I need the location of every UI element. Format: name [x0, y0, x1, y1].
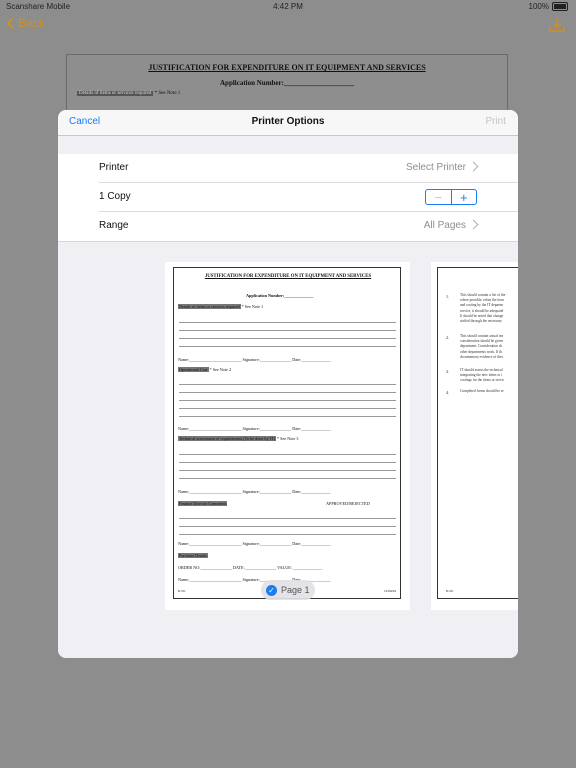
- chevron-right-icon: [468, 219, 479, 230]
- range-value: All Pages: [423, 220, 466, 231]
- chevron-right-icon: [468, 161, 479, 172]
- page1-footer-right: 12/06/04: [383, 589, 396, 593]
- status-time: 4:42 PM: [273, 2, 303, 11]
- page-badge-label: Page 1: [281, 585, 310, 595]
- chevron-left-icon: [6, 17, 14, 29]
- page2-item-4-num: 4.: [446, 390, 449, 395]
- preview-page-1[interactable]: JUSTIFICATION FOR EXPENDITURE ON IT EQUI…: [165, 262, 410, 610]
- copies-row: 1 Copy − +: [58, 183, 518, 212]
- page1-details: Details of items or services required: [178, 304, 241, 309]
- page2-item-2: This should contain actual rea considerat…: [460, 334, 504, 359]
- battery-icon: [552, 2, 568, 11]
- preview-page-2[interactable]: 1. This should contain a list of the wher…: [431, 262, 518, 610]
- range-row[interactable]: Range All Pages: [58, 212, 518, 241]
- page1-technical: Technical assessment of requirements (To…: [178, 436, 276, 441]
- nav-bar: Back: [0, 12, 576, 38]
- page2-item-1-num: 1.: [446, 294, 449, 299]
- bg-doc-app-number: Application Number:____________________: [220, 79, 354, 87]
- download-icon[interactable]: [548, 16, 566, 34]
- print-button[interactable]: Print: [485, 116, 506, 127]
- page1-name-line1: Name:_________________________ Signature…: [178, 357, 331, 362]
- page1-see-note3: * See Note 3: [276, 436, 299, 441]
- page2-footer-left: IC/01: [446, 589, 454, 593]
- printer-row[interactable]: Printer Select Printer: [58, 154, 518, 183]
- bg-doc-see-note: * See Note 1: [154, 91, 181, 96]
- bg-doc-details: Details of items or services required: [77, 91, 154, 96]
- page2-item-3: IT should assess the technical integratin…: [460, 368, 505, 383]
- page1-approved: APPROVED/REJECTED: [326, 501, 370, 506]
- page1-purchase: Purchase Details: [178, 553, 209, 558]
- page1-app-number: Application Number:______________: [246, 293, 314, 298]
- bg-doc-title: JUSTIFICATION FOR EXPENDITURE ON IT EQUI…: [148, 63, 426, 72]
- page1-footer-left: IC/01: [178, 589, 186, 593]
- print-preview-area[interactable]: JUSTIFICATION FOR EXPENDITURE ON IT EQUI…: [58, 241, 518, 658]
- range-label: Range: [99, 220, 129, 231]
- decrement-button[interactable]: −: [426, 190, 452, 204]
- page1-order-line: ORDER NO:_______________ DATE:__________…: [178, 565, 323, 570]
- back-button[interactable]: Back: [6, 16, 45, 30]
- page2-item-3-num: 3.: [446, 369, 449, 374]
- checkmark-icon: ✓: [266, 584, 277, 596]
- increment-button[interactable]: +: [452, 190, 477, 204]
- page2-item-1: This should contain a list of the where p…: [460, 293, 506, 324]
- back-label: Back: [18, 16, 45, 30]
- page1-finance: Finance Director Comments: [178, 501, 228, 506]
- page1-name-line4: Name:_________________________ Signature…: [178, 541, 331, 546]
- printer-options-modal: Cancel Printer Options Print Printer Sel…: [58, 110, 518, 658]
- copies-label: 1 Copy: [99, 191, 131, 202]
- modal-title: Printer Options: [251, 116, 325, 127]
- page1-see-note1: * See Note 1: [241, 304, 264, 309]
- modal-header: Cancel Printer Options Print: [58, 110, 518, 136]
- page1-operational-cost: Operational Cost: [178, 367, 209, 372]
- copies-stepper[interactable]: − +: [425, 189, 477, 205]
- page1-name-line2: Name:_________________________ Signature…: [178, 426, 331, 431]
- page1-see-note2: * See Note 2: [209, 367, 232, 372]
- battery-percent: 100%: [528, 2, 549, 11]
- page1-title: JUSTIFICATION FOR EXPENDITURE ON IT EQUI…: [204, 274, 372, 279]
- page2-item-4: Completed forms should be se: [460, 389, 504, 393]
- printer-value: Select Printer: [405, 162, 466, 173]
- page2-item-2-num: 2.: [446, 335, 449, 340]
- page-badge: ✓ Page 1: [261, 580, 315, 600]
- status-bar: Scanshare Mobile 4:42 PM 100%: [0, 0, 576, 12]
- page1-name-line3: Name:_________________________ Signature…: [178, 489, 331, 494]
- printer-label: Printer: [99, 162, 129, 173]
